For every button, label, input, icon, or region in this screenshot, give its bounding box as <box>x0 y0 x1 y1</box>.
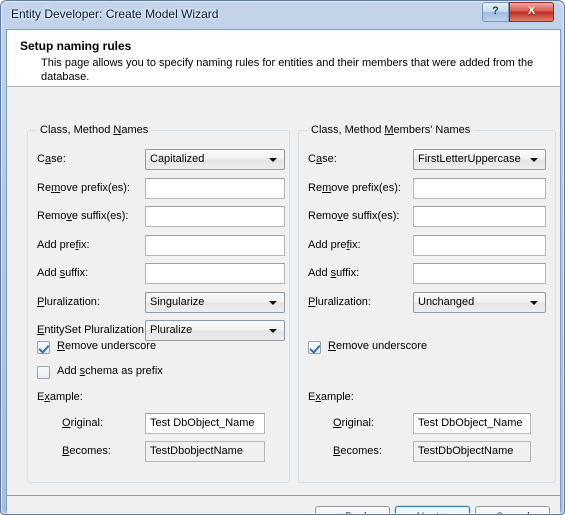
wizard-window: Entity Developer: Create Model Wizard ? … <box>0 0 565 515</box>
example-original-label: Original: <box>333 417 374 429</box>
chevron-down-icon[interactable] <box>269 300 277 305</box>
field-label: Pluralization: <box>37 295 100 308</box>
text-input[interactable] <box>145 177 285 199</box>
text-input[interactable] <box>413 263 546 284</box>
example-title: Example: <box>308 391 354 403</box>
combo-value: Capitalized <box>150 153 205 165</box>
combo-value: Pluralize <box>150 324 193 336</box>
example-title: Example: <box>37 391 83 403</box>
field-label: Add suffix: <box>308 267 360 279</box>
cancel-button[interactable]: Cancel <box>475 506 550 514</box>
field-label: Remove prefix(es): <box>37 181 130 194</box>
checkbox-label: Remove underscore <box>57 340 157 352</box>
combo-value: Unchanged <box>418 295 475 308</box>
chevron-down-icon[interactable] <box>269 158 277 162</box>
text-input[interactable] <box>145 263 285 284</box>
window-title: Entity Developer: Create Model Wizard <box>11 7 219 21</box>
group-title-right: Class, Method Members' Names <box>308 124 474 136</box>
example-original-field[interactable]: Test DbObject_Name <box>413 413 531 434</box>
checkbox-checked-icon[interactable] <box>308 341 321 354</box>
wizard-header: Setup naming rules This page allows you … <box>7 30 560 87</box>
text-input[interactable] <box>145 206 285 227</box>
close-icon[interactable]: X <box>509 2 554 22</box>
client-area: Setup naming rules This page allows you … <box>6 29 561 514</box>
checkbox-label: Remove underscore <box>328 340 428 352</box>
example-becomes-field: TestDbobjectName <box>145 441 265 462</box>
text-input[interactable] <box>145 234 285 256</box>
page-title: Setup naming rules <box>20 39 132 53</box>
checkbox-unchecked-icon[interactable] <box>37 366 50 379</box>
group-title-left: Class, Method Names <box>37 124 152 136</box>
text-input[interactable] <box>413 206 546 227</box>
field-label: Remove suffix(es): <box>308 210 400 222</box>
footer-bar: < Back Next > Cancel <box>7 495 560 514</box>
example-original-label: Original: <box>62 417 103 429</box>
next-button[interactable]: Next > <box>395 506 470 514</box>
text-input[interactable] <box>413 177 546 199</box>
combo-box[interactable]: Capitalized <box>145 149 285 170</box>
field-label: Remove suffix(es): <box>37 210 129 222</box>
field-label: Pluralization: <box>308 295 371 308</box>
text-input[interactable] <box>413 234 546 256</box>
combo-value: Singularize <box>150 295 205 308</box>
combo-box[interactable]: Singularize <box>145 291 285 313</box>
help-icon[interactable]: ? <box>482 2 509 22</box>
combo-value: FirstLetterUppercase <box>418 153 521 165</box>
checkbox-checked-icon[interactable] <box>37 341 50 354</box>
example-becomes-label: Becomes: <box>333 445 382 457</box>
checkbox-label: Add schema as prefix <box>57 365 163 377</box>
field-label: Add prefix: <box>37 238 90 251</box>
chevron-down-icon[interactable] <box>530 158 538 162</box>
page-description: This page allows you to specify naming r… <box>41 57 534 83</box>
field-label: EntitySet Pluralization: <box>37 324 148 336</box>
chevron-down-icon[interactable] <box>269 329 277 333</box>
field-label: Add prefix: <box>308 238 361 251</box>
field-label: Case: <box>308 153 337 165</box>
back-button[interactable]: < Back <box>315 506 390 514</box>
combo-box[interactable]: Pluralize <box>145 320 285 341</box>
field-label: Remove prefix(es): <box>308 181 401 194</box>
field-label: Case: <box>37 153 66 165</box>
example-becomes-field: TestDbObjectName <box>413 441 531 462</box>
combo-box[interactable]: FirstLetterUppercase <box>413 149 546 170</box>
example-original-field[interactable]: Test DbObject_Name <box>145 413 265 434</box>
field-label: Add suffix: <box>37 267 89 279</box>
title-bar[interactable]: Entity Developer: Create Model Wizard ? … <box>1 1 564 29</box>
example-becomes-label: Becomes: <box>62 445 111 457</box>
chevron-down-icon[interactable] <box>530 300 538 305</box>
combo-box[interactable]: Unchanged <box>413 291 546 313</box>
